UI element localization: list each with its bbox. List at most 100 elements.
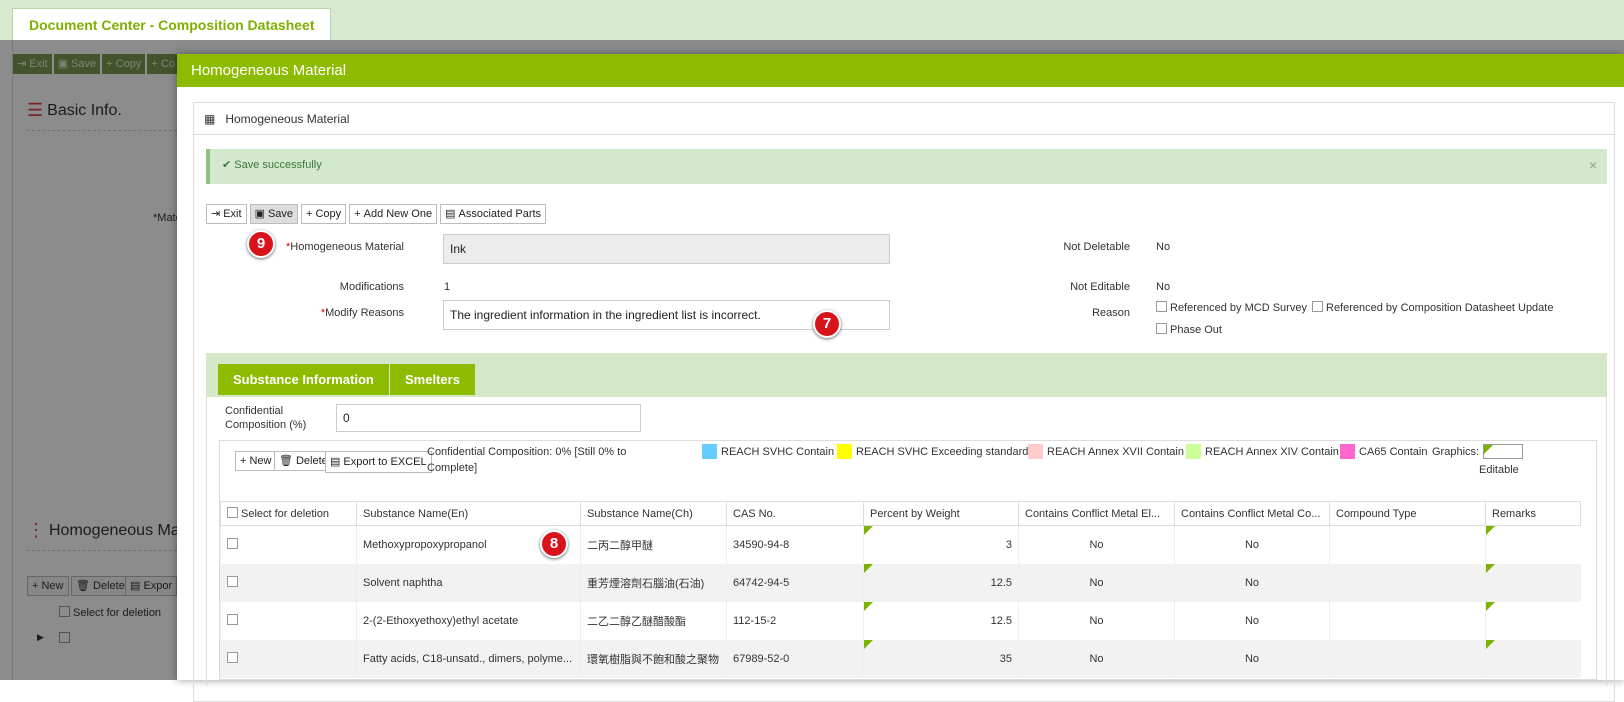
row-checkbox[interactable]	[227, 538, 238, 550]
associated-parts-button[interactable]: ▤ Associated Parts	[440, 204, 547, 224]
homogeneous-material-label: *Homogeneous Material	[285, 241, 404, 253]
legend-svhc-exceeding: REACH SVHC Exceeding standard	[837, 444, 1028, 459]
tabs-band: Substance Information Smelters	[206, 353, 1607, 397]
table-row[interactable]: Fatty acids, C18-unsatd., dimers, polyme…	[220, 639, 1581, 678]
not-deletable-value: No	[1156, 241, 1171, 253]
top-tab-bar: Document Center - Composition Datasheet	[0, 0, 1624, 41]
grid-delete-button[interactable]: 🗑 Delete	[274, 451, 333, 471]
reason-phase-out-checkbox[interactable]	[1156, 323, 1167, 334]
legend-annex-xiv: REACH Annex XIV Contain	[1186, 444, 1339, 459]
plus-icon: +	[306, 208, 313, 220]
cell-cas: 112-15-2	[726, 601, 864, 640]
trash-icon: 🗑	[279, 455, 293, 467]
tab-composition-datasheet[interactable]: Document Center - Composition Datasheet	[12, 8, 332, 41]
plus-icon: +	[354, 208, 361, 220]
cell-remarks[interactable]	[1485, 563, 1581, 602]
cell-compound-type	[1329, 563, 1486, 602]
cell-name-ch: 環氧樹脂與不飽和酸之聚物	[580, 639, 727, 678]
legend-swatch-ca65	[1340, 444, 1355, 459]
row-checkbox[interactable]	[227, 576, 238, 587]
cell-conflict-co: No	[1174, 639, 1330, 678]
legend-editable: Editable	[1479, 464, 1519, 476]
column-conflict-metal-el[interactable]: Contains Conflict Metal El...	[1018, 501, 1175, 526]
modifications-value: 1	[444, 281, 451, 293]
copy-button[interactable]: + Copy	[301, 204, 347, 224]
confidential-status: Confidential Composition: 0% [Still 0% t…	[427, 446, 627, 474]
legend-svhc: REACH SVHC Contain	[702, 444, 834, 459]
save-icon: ▣	[254, 208, 265, 220]
cell-conflict-co: No	[1174, 563, 1330, 602]
cell-conflict-co: No	[1174, 601, 1330, 640]
not-editable-label: Not Editable	[1070, 281, 1130, 293]
not-editable-value: No	[1156, 281, 1171, 293]
reason-phase-out[interactable]: Phase Out	[1156, 323, 1222, 336]
exit-icon: ⇥	[211, 208, 221, 220]
cell-conflict-el: No	[1018, 601, 1175, 640]
row-checkbox[interactable]	[227, 614, 238, 625]
editable-graphic	[1483, 444, 1524, 459]
row-checkbox[interactable]	[227, 652, 238, 663]
modal-title: Homogeneous Material	[177, 54, 1624, 87]
legend-swatch-svhc	[702, 444, 717, 459]
modify-reasons-label: *Modify Reasons	[320, 307, 404, 319]
cell-remarks[interactable]	[1485, 639, 1581, 678]
reason-mcd-checkbox[interactable]	[1156, 301, 1167, 312]
legend-annex-xvii: REACH Annex XVII Contain	[1028, 444, 1184, 459]
confidential-composition-input[interactable]: 0	[336, 404, 641, 432]
close-icon[interactable]: ×	[1589, 149, 1597, 181]
reason-label: Reason	[1092, 307, 1130, 319]
document-icon: ▤	[445, 208, 456, 220]
cell-percent[interactable]: 12.5	[863, 601, 1019, 640]
callout-badge-8: 8	[540, 530, 568, 558]
tab-substance-information[interactable]: Substance Information	[218, 364, 389, 395]
modifications-label: Modifications	[339, 281, 404, 293]
cell-compound-type	[1329, 639, 1486, 678]
reason-mcd-survey[interactable]: Referenced by MCD Survey	[1156, 301, 1307, 314]
homogeneous-material-modal: Homogeneous Material ▦ Homogeneous Mater…	[177, 54, 1624, 702]
cell-name-en: 2-(2-Ethoxyethoxy)ethyl acetate	[356, 601, 581, 640]
column-remarks[interactable]: Remarks	[1485, 501, 1581, 526]
tab-smelters[interactable]: Smelters	[390, 364, 475, 395]
callout-badge-7: 7	[813, 310, 841, 338]
legend-graphics: Graphics:	[1432, 444, 1524, 459]
modal-toolbar: ⇥ Exit ▣ Save + Copy + Add New One ▤ Associat…	[206, 204, 547, 224]
column-select: Select for deletion	[220, 501, 357, 526]
cell-conflict-el: No	[1018, 563, 1175, 602]
add-new-one-button[interactable]: + Add New One	[349, 204, 438, 224]
table-row[interactable]: 2-(2-Ethoxyethoxy)ethyl acetate 二乙二醇乙醚醋酸…	[220, 601, 1581, 640]
cell-percent[interactable]: 3	[863, 525, 1019, 564]
column-cas[interactable]: CAS No.	[726, 501, 864, 526]
save-button[interactable]: ▣ Save	[249, 204, 299, 224]
cell-remarks[interactable]	[1485, 601, 1581, 640]
select-all-checkbox[interactable]	[227, 507, 238, 518]
column-conflict-metal-co[interactable]: Contains Conflict Metal Co...	[1174, 501, 1330, 526]
table-icon: ▦	[204, 111, 216, 126]
reason-composition-checkbox[interactable]	[1312, 301, 1323, 312]
excel-icon: ▤	[330, 456, 341, 468]
grid-new-button[interactable]: + New	[235, 451, 277, 471]
cell-conflict-co: No	[1174, 525, 1330, 564]
substance-table: Select for deletion Substance Name(En) S…	[220, 501, 1581, 678]
table-row[interactable]: Methoxypropoxypropanol 二丙二醇甲醚 34590-94-8…	[220, 525, 1581, 564]
cell-name-en: Fatty acids, C18-unsatd., dimers, polyme…	[356, 639, 581, 678]
legend-swatch-exceed	[837, 444, 852, 459]
column-name-ch[interactable]: Substance Name(Ch)	[580, 501, 727, 526]
column-compound-type[interactable]: Compound Type	[1329, 501, 1486, 526]
homogeneous-material-input[interactable]: Ink	[443, 234, 890, 264]
reason-composition-update[interactable]: Referenced by Composition Datasheet Upda…	[1312, 301, 1553, 314]
cell-percent[interactable]: 12.5	[863, 563, 1019, 602]
check-icon: ✔	[222, 159, 232, 171]
cell-compound-type	[1329, 601, 1486, 640]
confidential-composition-label: Confidential Composition (%)	[225, 405, 307, 431]
cell-remarks[interactable]	[1485, 525, 1581, 564]
success-alert: ✔ Save successfully ×	[206, 149, 1607, 184]
export-excel-button[interactable]: ▤ Export to EXCEL	[325, 451, 432, 473]
panel-title: ▦ Homogeneous Material	[194, 103, 1614, 135]
cell-name-ch: 重芳煙溶劑石腦油(石油)	[580, 563, 727, 602]
cell-name-en: Solvent naphtha	[356, 563, 581, 602]
column-percent[interactable]: Percent by Weight	[863, 501, 1019, 526]
column-name-en[interactable]: Substance Name(En)	[356, 501, 581, 526]
cell-percent[interactable]: 35	[863, 639, 1019, 678]
table-row[interactable]: Solvent naphtha 重芳煙溶劑石腦油(石油) 64742-94-5 …	[220, 563, 1581, 602]
exit-button[interactable]: ⇥ Exit	[206, 204, 247, 224]
